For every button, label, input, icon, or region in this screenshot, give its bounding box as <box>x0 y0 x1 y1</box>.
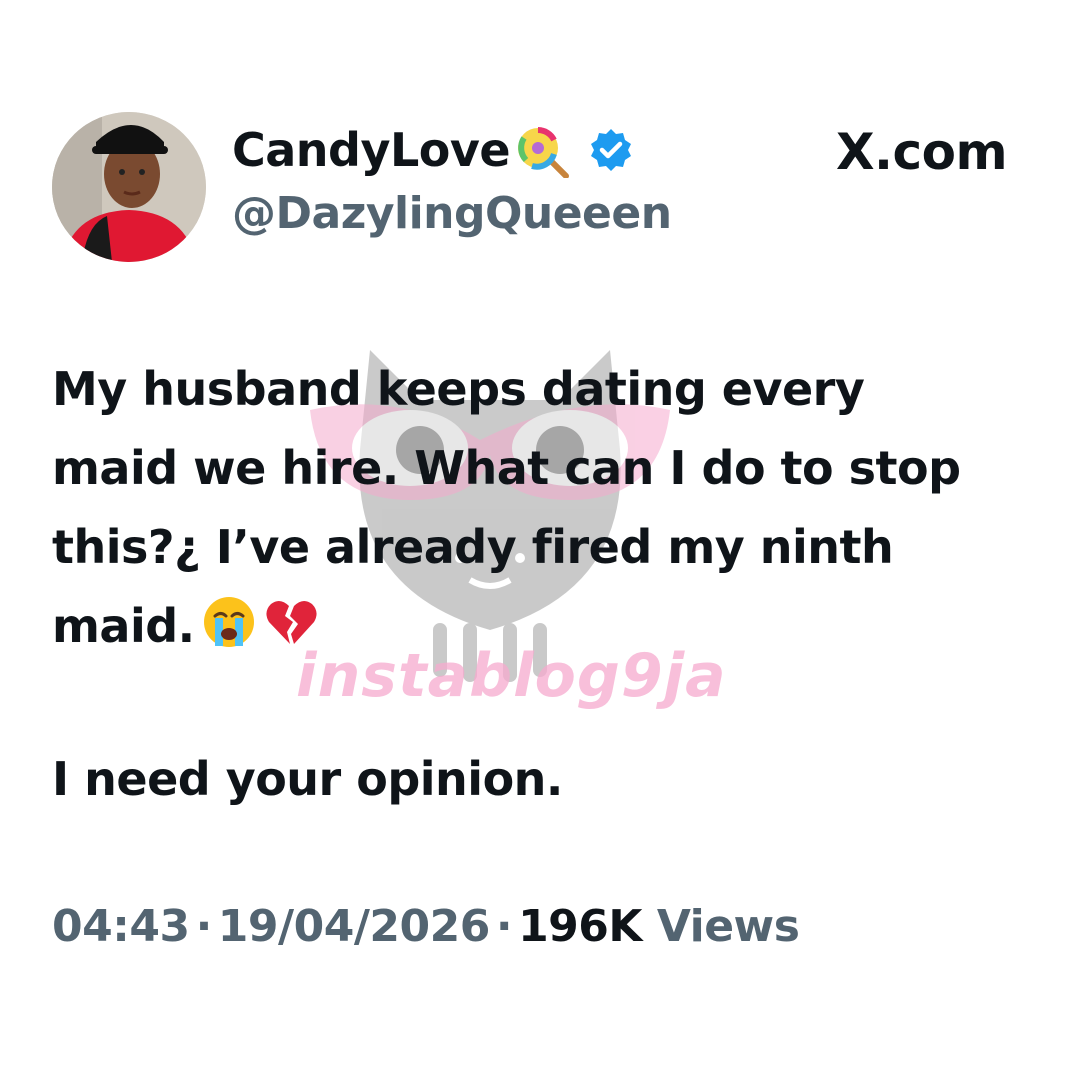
views-count[interactable]: 196K <box>518 901 642 952</box>
avatar-photo <box>52 112 206 262</box>
display-name-text: CandyLove <box>232 123 511 177</box>
tweet-text: My husband keeps dating every maid we hi… <box>52 350 1042 666</box>
tweet-meta: 04:43 · 19/04/2026 · 196K Views <box>52 892 800 962</box>
tweet-time[interactable]: 04:43 <box>52 901 190 952</box>
views-label: Views <box>656 901 800 952</box>
avatar[interactable] <box>52 112 206 262</box>
tweet-line: My husband keeps dating every <box>52 362 865 416</box>
tweet-line: maid. <box>52 599 195 653</box>
verified-badge-icon <box>588 127 634 173</box>
tweet-date[interactable]: 19/04/2026 <box>218 901 491 952</box>
tweet-line: this?¿ I’ve already fired my ninth <box>52 520 894 574</box>
lollipop-emoji-icon <box>514 122 574 179</box>
tweet-second-paragraph: I need your opinion. <box>52 752 563 806</box>
display-name[interactable]: CandyLove <box>232 122 634 179</box>
meta-separator: · <box>495 901 513 952</box>
tweet-line: maid we hire. What can I do to stop <box>52 441 961 495</box>
user-handle[interactable]: @DazylingQueeen <box>232 186 672 242</box>
meta-separator: · <box>195 901 213 952</box>
loudly-crying-face-emoji-icon <box>201 594 257 650</box>
watermark-text: instablog9ja <box>296 641 727 711</box>
site-label: X.com <box>836 123 1008 181</box>
